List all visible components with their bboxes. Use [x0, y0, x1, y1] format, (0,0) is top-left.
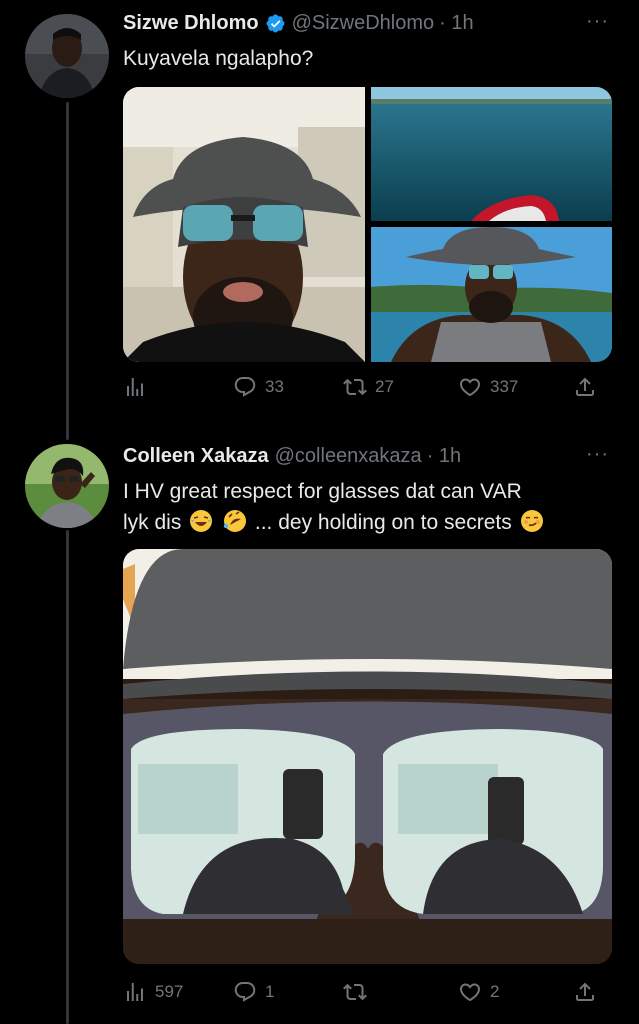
tweet-colleen[interactable]: Colleen Xakaza @colleenxakaza · 1h ··· I…: [0, 430, 639, 1024]
tweet-text: I HV great respect for glasses dat can V…: [123, 476, 603, 538]
views-button[interactable]: 597: [123, 980, 183, 1004]
photo-selfie-boat[interactable]: [371, 227, 612, 362]
share-button[interactable]: [573, 375, 597, 399]
share-icon: [576, 377, 594, 396]
rofl-emoji: [223, 509, 247, 533]
handle[interactable]: @colleenxakaza: [275, 445, 422, 468]
tweet-media-grid: [123, 87, 612, 362]
retweet-icon: [343, 983, 367, 1001]
tweet-header: Colleen Xakaza @colleenxakaza · 1h: [123, 445, 461, 468]
timestamp[interactable]: · 1h: [427, 445, 461, 468]
tweet-text: Kuyavela ngalapho?: [123, 47, 314, 70]
like-count: 337: [490, 377, 519, 396]
display-name[interactable]: Sizwe Dhlomo: [123, 12, 259, 35]
tweet-header: Sizwe Dhlomo @SizweDhlomo · 1h: [123, 12, 474, 35]
reply-icon: [234, 982, 256, 1002]
reply-count: 1: [265, 982, 275, 1001]
tweet-sizwe[interactable]: Sizwe Dhlomo @SizweDhlomo · 1h ··· Kuyav…: [0, 0, 639, 430]
tweet-text-line2a: lyk dis: [123, 511, 182, 534]
photo-glasses-closeup[interactable]: [123, 549, 612, 964]
reply-button[interactable]: 33: [233, 375, 284, 399]
tweet-text-line1: I HV great respect for glasses dat can V…: [123, 480, 522, 503]
views-button[interactable]: [123, 375, 155, 399]
more-icon[interactable]: ···: [586, 10, 609, 33]
reply-icon: [234, 377, 256, 397]
verified-badge-icon: [265, 13, 286, 34]
views-count: 597: [155, 982, 184, 1001]
like-button[interactable]: 2: [458, 980, 499, 1004]
retweet-button[interactable]: [343, 980, 375, 1004]
photo-sea[interactable]: [371, 87, 612, 221]
retweet-icon: [343, 378, 367, 396]
display-name[interactable]: Colleen Xakaza: [123, 445, 269, 468]
tweet-text-line2b: ... dey holding on to secrets: [254, 511, 512, 534]
avatar[interactable]: [25, 14, 109, 98]
like-icon: [459, 983, 481, 1002]
smirk-emoji: [520, 509, 544, 533]
photo-selfie-indoor[interactable]: [123, 87, 365, 362]
avatar[interactable]: [25, 444, 109, 528]
share-button[interactable]: [573, 980, 597, 1004]
like-icon: [459, 378, 481, 397]
tweet-actions: 33 27 337: [123, 375, 603, 405]
retweet-button[interactable]: 27: [343, 375, 394, 399]
reply-count: 33: [265, 377, 284, 396]
like-button[interactable]: 337: [458, 375, 518, 399]
laughing-emoji: [189, 509, 213, 533]
handle[interactable]: @SizweDhlomo: [292, 12, 435, 35]
reply-button[interactable]: 1: [233, 980, 274, 1004]
share-icon: [576, 982, 594, 1001]
retweet-count: 27: [375, 377, 394, 396]
views-icon: [127, 983, 143, 1001]
more-icon[interactable]: ···: [586, 443, 609, 466]
views-icon: [127, 378, 143, 396]
tweet-text-line2: lyk dis ... dey holding on to secrets: [123, 507, 603, 538]
like-count: 2: [490, 982, 500, 1001]
timestamp[interactable]: · 1h: [439, 12, 473, 35]
tweet-actions: 597 1 2: [123, 980, 603, 1010]
